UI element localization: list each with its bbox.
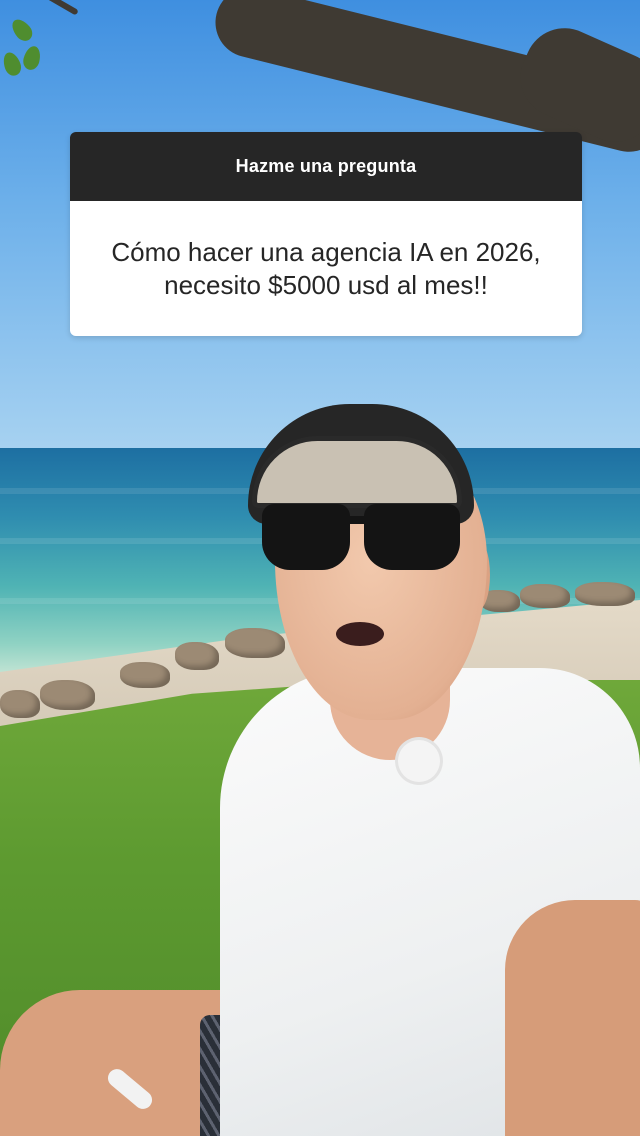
question-sticker[interactable]: Hazme una pregunta Cómo hacer una agenci… xyxy=(70,132,582,336)
question-text-line-1: Cómo hacer una agencia IA en 2026, xyxy=(111,236,541,267)
sunglasses xyxy=(252,498,478,578)
lavalier-mic-icon xyxy=(398,740,440,782)
question-sticker-body: Cómo hacer una agencia IA en 2026, neces… xyxy=(70,201,582,336)
question-sticker-title: Hazme una pregunta xyxy=(70,132,582,201)
mouth xyxy=(336,622,384,646)
right-arm xyxy=(505,900,640,1136)
question-text-line-2: necesito $5000 usd al mes!! xyxy=(164,269,488,300)
